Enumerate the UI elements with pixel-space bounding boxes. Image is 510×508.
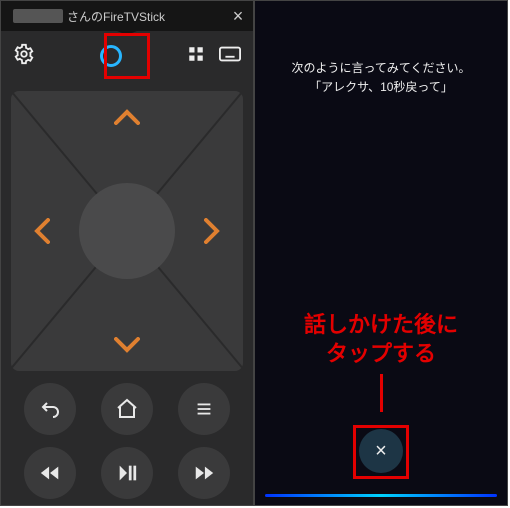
remote-screen: さんのFireTVStick ×	[0, 0, 254, 506]
voice-prompt-text: 次のように言ってみてください。 「アレクサ、10秒戻って」	[255, 1, 507, 97]
control-row-1	[1, 383, 253, 435]
rewind-button[interactable]	[24, 447, 76, 499]
device-title: さんのFireTVStick	[67, 8, 165, 25]
play-pause-button[interactable]	[101, 447, 153, 499]
callout-line-2: タップする	[255, 340, 507, 369]
control-row-2	[1, 447, 253, 499]
settings-button[interactable]	[13, 43, 35, 70]
directional-pad[interactable]	[11, 91, 243, 371]
apps-button[interactable]	[187, 45, 205, 68]
annotation-highlight-close	[353, 425, 409, 479]
dpad-right[interactable]	[204, 218, 220, 244]
prompt-line-2: 「アレクサ、10秒戻って」	[255, 78, 507, 97]
home-button[interactable]	[101, 383, 153, 435]
callout-arrow-stem	[380, 374, 383, 412]
dpad-up[interactable]	[114, 109, 140, 125]
keyboard-button[interactable]	[219, 46, 241, 67]
dpad-down[interactable]	[114, 337, 140, 353]
alexa-listening-screen: 次のように言ってみてください。 「アレクサ、10秒戻って」 話しかけた後に タッ…	[254, 0, 508, 506]
listening-indicator-bar	[265, 494, 497, 497]
dpad-select-button[interactable]	[79, 183, 175, 279]
annotation-highlight-alexa	[104, 33, 150, 79]
prompt-line-1: 次のように言ってみてください。	[255, 59, 507, 78]
callout-line-1: 話しかけた後に	[255, 311, 507, 340]
dpad-left[interactable]	[34, 218, 50, 244]
redacted-name	[13, 9, 63, 23]
annotation-callout: 話しかけた後に タップする	[255, 311, 507, 412]
back-button[interactable]	[24, 383, 76, 435]
device-tab[interactable]: さんのFireTVStick	[1, 8, 223, 25]
close-tab-button[interactable]: ×	[223, 6, 253, 27]
menu-button[interactable]	[178, 383, 230, 435]
forward-button[interactable]	[178, 447, 230, 499]
